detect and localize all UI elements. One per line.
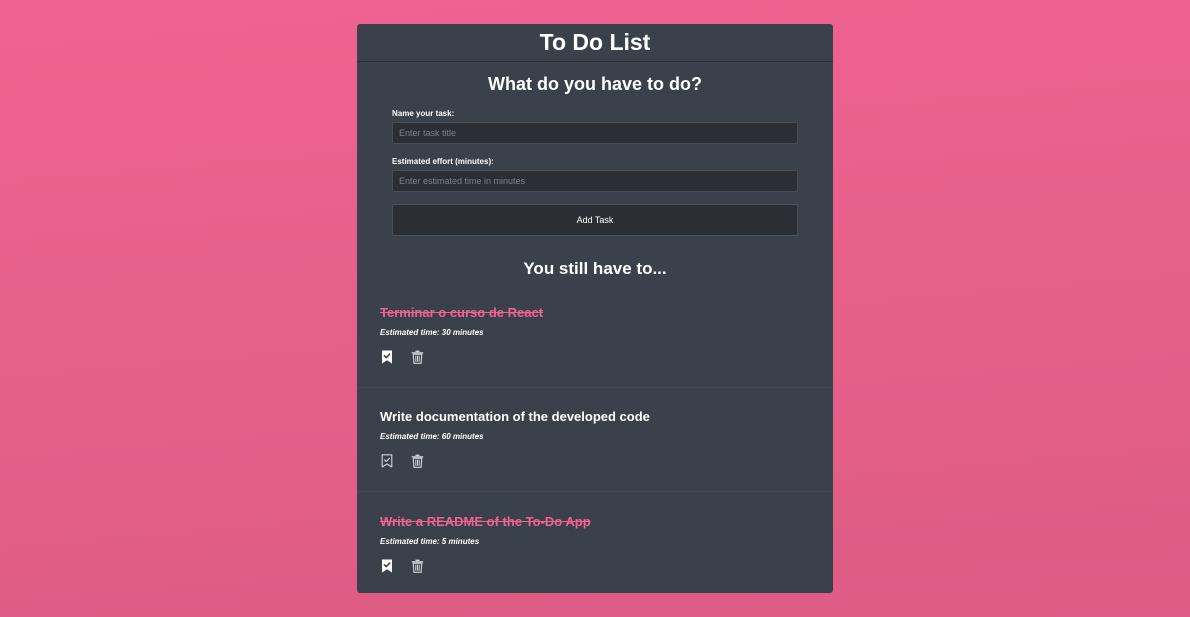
add-task-button[interactable]: Add Task: [392, 204, 798, 236]
task-item: Write a README of the To-Do App Estimate…: [380, 514, 810, 573]
task-name-label: Name your task:: [392, 109, 455, 118]
form-title: What do you have to do?: [488, 74, 702, 94]
todo-card: To Do List What do you have to do? Name …: [357, 24, 833, 593]
task-actions: [380, 350, 810, 364]
task-divider: [357, 491, 833, 492]
task-item: Terminar o curso de React Estimated time…: [380, 305, 810, 364]
bookmark-check-filled-icon[interactable]: [380, 559, 394, 573]
card-header: To Do List: [357, 24, 833, 62]
task-estimated-time: Estimated time: 30 minutes: [380, 328, 484, 337]
trash-icon[interactable]: [410, 559, 424, 573]
trash-icon[interactable]: [410, 454, 424, 468]
task-title-input[interactable]: [392, 122, 798, 144]
task-actions: [380, 559, 810, 573]
effort-input[interactable]: [392, 170, 798, 192]
task-title: Write documentation of the developed cod…: [380, 409, 650, 424]
app-title: To Do List: [539, 29, 651, 55]
task-form: What do you have to do? Name your task: …: [392, 74, 798, 236]
task-item: Write documentation of the developed cod…: [380, 409, 810, 468]
effort-label: Estimated effort (minutes):: [392, 157, 494, 166]
bookmark-check-outline-icon[interactable]: [380, 454, 394, 468]
task-estimated-time: Estimated time: 60 minutes: [380, 432, 484, 441]
bookmark-check-filled-icon[interactable]: [380, 350, 394, 364]
task-estimated-time: Estimated time: 5 minutes: [380, 537, 480, 546]
list-title: You still have to...: [523, 259, 667, 278]
task-actions: [380, 454, 810, 468]
task-title: Terminar o curso de React: [380, 305, 544, 320]
task-divider: [357, 387, 833, 388]
task-title: Write a README of the To-Do App: [380, 514, 591, 529]
trash-icon[interactable]: [410, 350, 424, 364]
